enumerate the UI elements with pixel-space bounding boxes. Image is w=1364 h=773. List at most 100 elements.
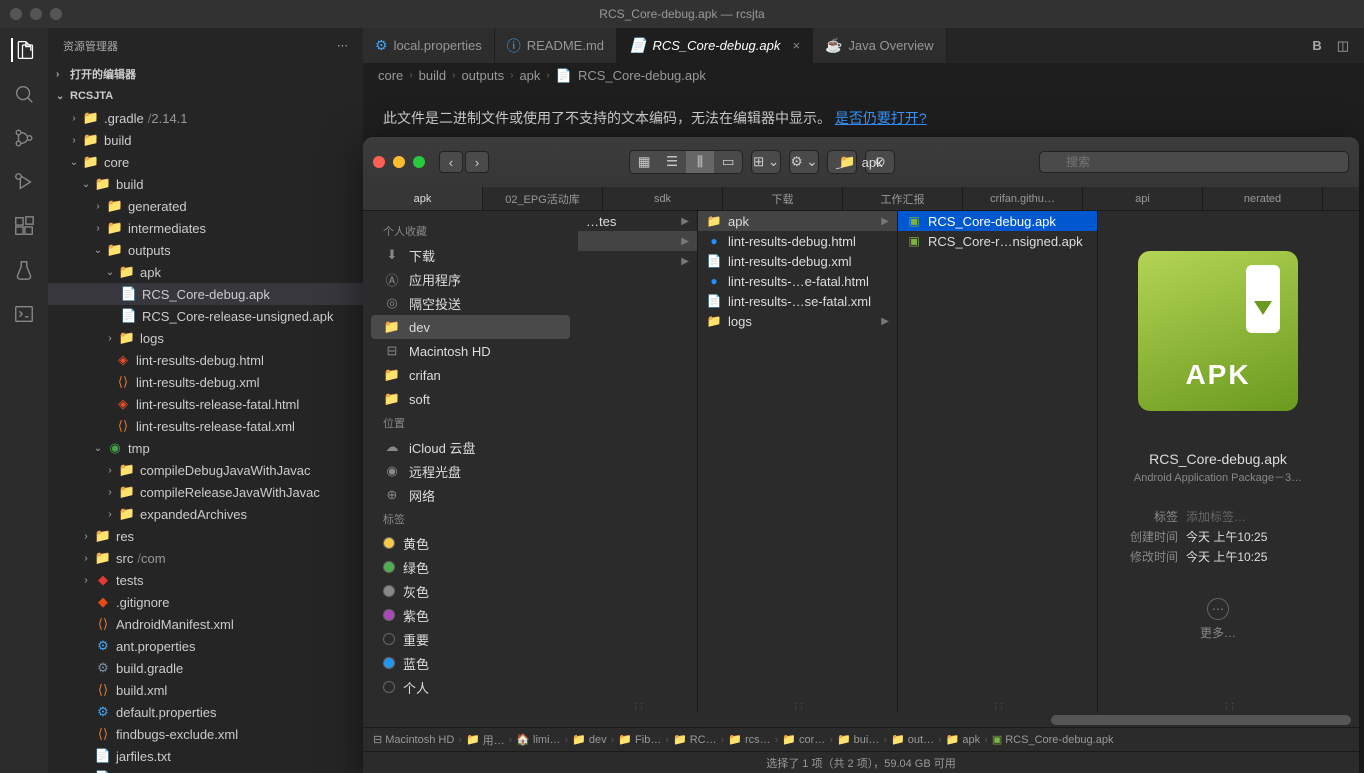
tree-file-apk-debug[interactable]: 📄RCS_Core-debug.apk — [48, 283, 363, 305]
tree-folder-tmp[interactable]: ⌄◉tmp — [48, 437, 363, 459]
console-icon[interactable] — [12, 302, 36, 326]
gallery-view-button[interactable]: ▭ — [714, 151, 742, 173]
tree-file-defprop[interactable]: ⚙default.properties — [48, 701, 363, 723]
tree-file-license[interactable]: 📄LICENSE-2.0.txt — [48, 767, 363, 773]
preview-more[interactable]: ⋯ 更多… — [1200, 598, 1236, 641]
open-anyway-link[interactable]: 是否仍要打开? — [835, 110, 927, 126]
sidebar-item-apps[interactable]: Ⓐ应用程序 — [363, 267, 578, 291]
tree-file-findbugs[interactable]: ⟨⟩findbugs-exclude.xml — [48, 723, 363, 745]
tree-folder-outputs[interactable]: ⌄📁outputs — [48, 239, 363, 261]
tab-java-overview[interactable]: ☕Java Overview — [813, 28, 947, 63]
tree-file-manifest[interactable]: ⟨⟩AndroidManifest.xml — [48, 613, 363, 635]
sidebar-item-dev[interactable]: 📁dev — [371, 315, 570, 339]
finder-tab[interactable]: sdk — [603, 187, 723, 210]
tree-file-antprop[interactable]: ⚙ant.properties — [48, 635, 363, 657]
list-item[interactable]: ▣RCS_Core-r…nsigned.apk — [898, 231, 1097, 251]
tree-folder-expanded[interactable]: ›📁expandedArchives — [48, 503, 363, 525]
zoom-window[interactable] — [50, 8, 62, 20]
tree-file-jarfiles[interactable]: 📄jarfiles.txt — [48, 745, 363, 767]
minimize-window[interactable] — [30, 8, 42, 20]
open-editors-section[interactable]: ›打开的编辑器 — [48, 63, 363, 85]
list-item-selected[interactable]: ▣RCS_Core-debug.apk — [898, 211, 1097, 231]
action-button[interactable]: ⚙ ⌄ — [790, 151, 818, 173]
list-item[interactable]: ●lint-results-debug.html — [698, 231, 897, 251]
list-item[interactable]: ▶ — [578, 231, 697, 251]
list-item[interactable]: 📁logs▶ — [698, 311, 897, 331]
finder-search-input[interactable] — [1039, 151, 1349, 173]
tree-folder-comp1[interactable]: ›📁compileDebugJavaWithJavac — [48, 459, 363, 481]
tree-folder-apk[interactable]: ⌄📁apk — [48, 261, 363, 283]
tree-folder-src[interactable]: ›📁src/ com — [48, 547, 363, 569]
tree-file-lint2[interactable]: ⟨⟩lint-results-debug.xml — [48, 371, 363, 393]
project-root-section[interactable]: ⌄RCSJTA — [48, 85, 363, 107]
tree-folder-gradle[interactable]: ›📁.gradle/ 2.14.1 — [48, 107, 363, 129]
list-item[interactable]: 📄lint-results-debug.xml — [698, 251, 897, 271]
tree-folder-generated[interactable]: ›📁generated — [48, 195, 363, 217]
finder-forward-button[interactable]: › — [465, 151, 489, 173]
testing-icon[interactable] — [12, 258, 36, 282]
sidebar-item-icloud[interactable]: ☁iCloud 云盘 — [363, 435, 578, 459]
finder-tab[interactable]: ache — [1323, 187, 1359, 210]
tree-file-bgradle[interactable]: ⚙build.gradle — [48, 657, 363, 679]
close-tab-icon[interactable]: × — [792, 38, 800, 53]
sidebar-tag-important[interactable]: 重要 — [363, 627, 578, 651]
split-editor-icon[interactable]: ◫ — [1337, 38, 1349, 54]
arrange-button[interactable]: ⊞ ⌄ — [752, 151, 780, 173]
list-view-button[interactable]: ☰ — [658, 151, 686, 173]
list-item[interactable]: 📁apk▶ — [698, 211, 897, 231]
tree-folder-logs[interactable]: ›📁logs — [48, 327, 363, 349]
sidebar-item-remote[interactable]: ◉远程光盘 — [363, 459, 578, 483]
list-item[interactable]: 📄lint-results-…se-fatal.xml — [698, 291, 897, 311]
tree-folder-res[interactable]: ›📁res — [48, 525, 363, 547]
tab-apk-debug[interactable]: 📄RCS_Core-debug.apk× — [617, 28, 813, 63]
finder-tab[interactable]: apk — [363, 187, 483, 210]
tree-file-lint4[interactable]: ⟨⟩lint-results-release-fatal.xml — [48, 415, 363, 437]
tab-local-properties[interactable]: ⚙local.properties — [363, 28, 495, 63]
tree-folder-core-build[interactable]: ⌄📁build — [48, 173, 363, 195]
finder-tab[interactable]: nerated — [1203, 187, 1323, 210]
tree-folder-build[interactable]: ›📁build — [48, 129, 363, 151]
finder-tab[interactable]: 02_EPG活动库 — [483, 187, 603, 210]
search-icon[interactable] — [12, 82, 36, 106]
source-control-icon[interactable] — [12, 126, 36, 150]
close-window[interactable] — [10, 8, 22, 20]
tree-folder-comp2[interactable]: ›📁compileReleaseJavaWithJavac — [48, 481, 363, 503]
tree-file-bxml[interactable]: ⟨⟩build.xml — [48, 679, 363, 701]
list-item[interactable]: …tes▶ — [578, 211, 697, 231]
list-item[interactable]: ●lint-results-…e-fatal.html — [698, 271, 897, 291]
tree-folder-intermediates[interactable]: ›📁intermediates — [48, 217, 363, 239]
finder-tab[interactable]: api — [1083, 187, 1203, 210]
tree-file-lint1[interactable]: ◈lint-results-debug.html — [48, 349, 363, 371]
explorer-more-icon[interactable]: ⋯ — [337, 39, 348, 52]
finder-close[interactable] — [373, 156, 385, 168]
sidebar-item-crifan[interactable]: 📁crifan — [363, 363, 578, 387]
extensions-icon[interactable] — [12, 214, 36, 238]
sidebar-item-soft[interactable]: 📁soft — [363, 387, 578, 411]
sidebar-tag-gray[interactable]: 灰色 — [363, 579, 578, 603]
finder-scrollbar[interactable] — [363, 713, 1359, 727]
sidebar-tag-blue[interactable]: 蓝色 — [363, 651, 578, 675]
finder-minimize[interactable] — [393, 156, 405, 168]
tree-file-gitignore[interactable]: ◆.gitignore — [48, 591, 363, 613]
explorer-icon[interactable] — [11, 38, 35, 62]
finder-zoom[interactable] — [413, 156, 425, 168]
sidebar-item-airdrop[interactable]: ◎隔空投送 — [363, 291, 578, 315]
debug-icon[interactable] — [12, 170, 36, 194]
list-item[interactable]: ▶ — [578, 251, 697, 271]
tab-readme[interactable]: ⓘREADME.md — [495, 28, 617, 63]
sidebar-tag-green[interactable]: 绿色 — [363, 555, 578, 579]
finder-back-button[interactable]: ‹ — [439, 151, 463, 173]
tree-file-lint3[interactable]: ◈lint-results-release-fatal.html — [48, 393, 363, 415]
finder-path-bar[interactable]: ⊟ Macintosh HD› 📁 用…› 🏠 limi…› 📁 dev› 📁 … — [363, 727, 1359, 751]
finder-tab[interactable]: 工作汇报 — [843, 187, 963, 210]
tree-file-apk-release[interactable]: 📄RCS_Core-release-unsigned.apk — [48, 305, 363, 327]
sidebar-item-mac[interactable]: ⊟Macintosh HD — [363, 339, 578, 363]
breadcrumb[interactable]: core› build› outputs› apk› 📄RCS_Core-deb… — [363, 63, 1364, 88]
sidebar-item-downloads[interactable]: ⬇下载 — [363, 243, 578, 267]
finder-tab[interactable]: crifan.githu… — [963, 187, 1083, 210]
bold-action-icon[interactable]: B — [1312, 38, 1321, 54]
sidebar-tag-personal[interactable]: 个人 — [363, 675, 578, 699]
sidebar-tag-yellow[interactable]: 黄色 — [363, 531, 578, 555]
column-view-button[interactable]: ⫼ — [686, 151, 714, 173]
add-tags-field[interactable]: 添加标签… — [1186, 508, 1246, 525]
